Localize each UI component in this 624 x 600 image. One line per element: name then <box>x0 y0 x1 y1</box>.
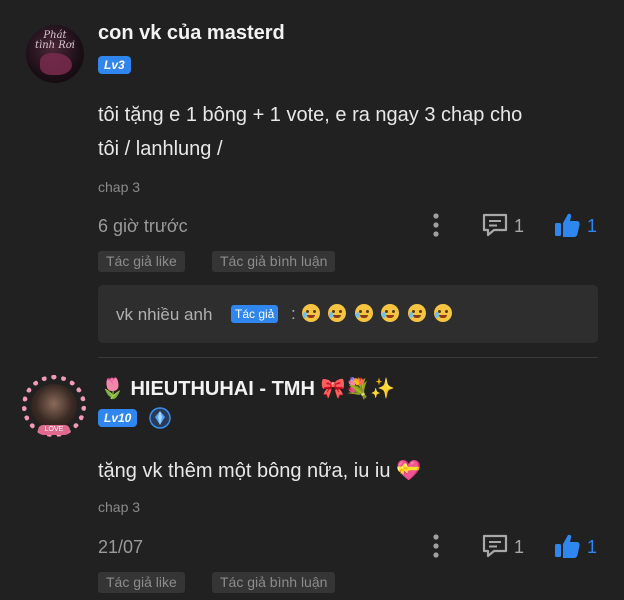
user-avatar[interactable]: Phát tình Rơi <box>26 25 84 83</box>
user-avatar[interactable]: LOVE <box>20 373 94 441</box>
comment-username[interactable]: HIEUTHUHAI - TMH <box>130 378 314 400</box>
author-comment-tag: Tác giả bình luận <box>212 572 336 593</box>
reply-emojis <box>302 304 456 327</box>
author-badge: Tác giả <box>231 305 279 323</box>
crying-face-emoji <box>407 304 426 322</box>
heart-gift-emoji: 💝 <box>396 460 421 482</box>
reply-count: 1 <box>514 216 525 236</box>
comment-username[interactable]: con vk của masterd <box>98 22 285 45</box>
crying-face-emoji <box>381 304 400 322</box>
crying-face-emoji <box>354 304 373 322</box>
diamond-badge-icon <box>149 407 171 429</box>
chapter-label[interactable]: chap 3 <box>98 179 140 195</box>
comment-username-row[interactable]: 🌷 HIEUTHUHAI - TMH 🎀💐✨ <box>100 376 395 401</box>
like-count: 1 <box>587 537 598 557</box>
author-like-tag: Tác giả like <box>98 572 185 593</box>
comment-content-line: tôi / lanhlung / <box>98 138 223 160</box>
avatar-text: Phát tình Rơi <box>34 30 76 51</box>
more-vert-icon[interactable] <box>428 212 444 238</box>
comment-content: tặng vk thêm một bông nữa, iu iu 💝 <box>98 454 421 488</box>
reply-comment-icon[interactable] <box>481 212 509 238</box>
avatar-frame-tag: LOVE <box>38 425 70 435</box>
chapter-label[interactable]: chap 3 <box>98 499 140 515</box>
author-reply-box[interactable]: vk nhiều anh Tác giả : <box>98 285 598 343</box>
comment-time: 6 giờ trước <box>98 216 188 236</box>
like-count: 1 <box>587 216 598 236</box>
reply-comment-icon[interactable] <box>481 533 509 559</box>
level-badge: Lv10 <box>98 409 138 427</box>
comment-time: 21/07 <box>98 537 144 557</box>
crying-face-emoji <box>328 304 347 322</box>
reply-count: 1 <box>514 537 525 557</box>
crying-face-emoji <box>434 304 453 322</box>
comment-content-text: tặng vk thêm một bông nữa, iu iu <box>98 460 391 482</box>
comment-divider <box>98 357 598 358</box>
reply-separator: : <box>291 304 296 323</box>
crying-face-emoji <box>302 304 320 322</box>
comment-content: tôi tặng e 1 bông + 1 vote, e ra ngay 3 … <box>98 98 598 166</box>
reply-author[interactable]: vk nhiều anh <box>116 305 212 325</box>
tulip-emoji: 🌷 <box>100 378 125 400</box>
comment-content-line: tôi tặng e 1 bông + 1 vote, e ra ngay 3 … <box>98 104 523 126</box>
level-badge: Lv3 <box>98 56 131 74</box>
avatar-figure <box>40 53 72 75</box>
author-like-tag: Tác giả like <box>98 251 185 272</box>
author-comment-tag: Tác giả bình luận <box>212 251 336 272</box>
username-suffix-emojis: 🎀💐✨ <box>320 378 396 400</box>
thumbs-up-icon[interactable] <box>553 532 581 560</box>
thumbs-up-icon[interactable] <box>553 211 581 239</box>
more-vert-icon[interactable] <box>428 533 444 559</box>
